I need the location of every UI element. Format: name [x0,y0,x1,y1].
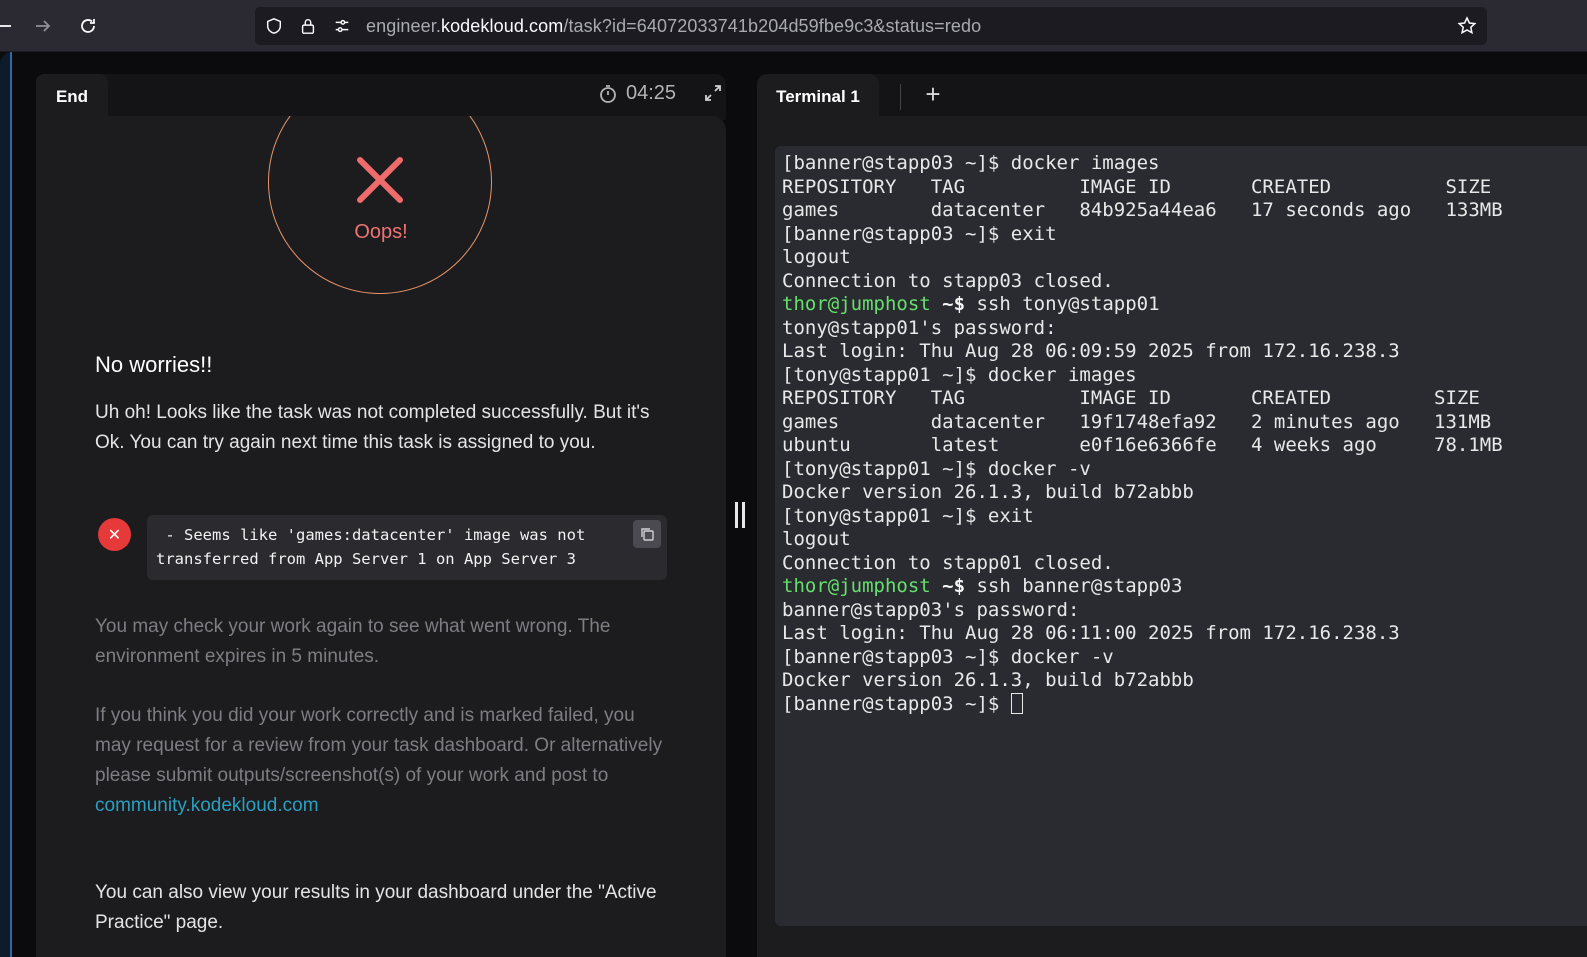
terminal-text: [banner@stapp03 ~]$ exit [782,222,1057,245]
terminal-text: Connection to stapp03 closed. [782,269,1114,292]
timer-value: 04:25 [626,82,677,104]
terminal-line: [banner@stapp03 ~]$ exit [782,223,1580,247]
terminal-text: Connection to stapp01 closed. [782,551,1114,574]
prompt-symbol: ~$ [930,575,966,597]
terminal-text: [banner@stapp03 ~]$ docker images [782,152,1160,174]
terminal-text: [banner@stapp03 ~]$ docker -v [782,645,1114,668]
terminal-tab-bar [757,74,1587,120]
terminal-line: Last login: Thu Aug 28 06:09:59 2025 fro… [782,340,1580,364]
terminal-text: Docker version 26.1.3, build b72abbb [782,669,1194,691]
tab-divider [900,84,901,110]
reload-icon[interactable] [74,12,102,40]
review-message: If you think you did your work correctly… [95,701,675,821]
url-host: kodekloud.com [440,16,564,36]
terminal-line: REPOSITORY TAG IMAGE ID CREATED SIZE [782,176,1580,200]
terminal-text: logout [782,528,851,550]
result-panel: Oops! No worries!! Uh oh! Looks like the… [36,116,726,957]
terminal-cursor [1010,692,1023,714]
url-text[interactable]: engineer.kodekloud.com/task?id=640720337… [366,16,981,37]
url-path: /task?id=64072033741b204d59fbe9c3&status… [563,16,982,36]
terminal-text: Last login: Thu Aug 28 06:11:00 2025 fro… [782,622,1400,644]
terminal-line: [tony@stapp01 ~]$ exit [782,505,1580,529]
terminal-line: ubuntu latest e0f16e6366fe 4 weeks ago 7… [782,434,1580,458]
terminal-panel: [banner@stapp03 ~]$ docker images REPOSIT… [757,116,1587,957]
terminal-text: Last login: Thu Aug 28 06:09:59 2025 fro… [782,340,1400,362]
prompt-host: thor@jumphost [782,575,931,597]
copy-icon [641,528,654,541]
result-heading: No worries!! [95,352,213,377]
tab-terminal-1[interactable]: Terminal 1 [757,74,879,120]
terminal-text: games datacenter 84b925a44ea6 17 seconds… [782,199,1503,221]
error-text: - Seems like 'games:datacenter' image wa… [156,526,595,568]
terminal-line: Docker version 26.1.3, build b72abbb [782,669,1580,693]
community-link[interactable]: community.kodekloud.com [95,795,319,816]
terminal-text: [tony@stapp01 ~]$ docker -v [782,457,1091,480]
terminal-line: Docker version 26.1.3, build b72abbb [782,481,1580,505]
terminal-line: Connection to stapp03 closed. [782,270,1580,294]
side-accent [0,52,12,957]
url-prefix: engineer. [366,16,441,36]
page: End 04:25 Oops! No worries!! Uh oh! Look… [0,52,1587,957]
terminal-text: banner@stapp03's password: [782,598,1080,621]
terminal-line: [tony@stapp01 ~]$ docker -v [782,458,1580,482]
terminal-text: logout [782,246,851,268]
terminal-text: games datacenter 19f1748efa92 2 minutes … [782,410,1492,433]
terminal-line: [banner@stapp03 ~]$ [782,692,1580,717]
shield-icon[interactable] [264,16,284,36]
terminal-line: [banner@stapp03 ~]$ docker -v [782,646,1580,670]
browser-toolbar: engineer.kodekloud.com/task?id=640720337… [0,0,1587,52]
terminal-text: REPOSITORY TAG IMAGE ID CREATED SIZE [782,387,1480,409]
error-icon: ✕ [98,518,131,551]
terminal-line: Last login: Thu Aug 28 06:11:00 2025 fro… [782,622,1580,646]
terminal-line: Connection to stapp01 closed. [782,552,1580,576]
permissions-icon[interactable] [332,16,352,36]
terminal-line: thor@jumphost ~$ ssh tony@stapp01 [782,293,1580,317]
terminal-text: [banner@stapp03 ~]$ [782,692,1011,715]
terminal-line: logout [782,528,1580,552]
tab-end[interactable]: End [36,74,108,120]
terminal-line: thor@jumphost ~$ ssh banner@stapp03 [782,575,1580,599]
result-message: Uh oh! Looks like the task was not compl… [95,402,650,453]
terminal-text: ssh banner@stapp03 [965,575,1183,597]
panel-splitter[interactable] [735,502,745,528]
review-text: If you think you did your work correctly… [95,705,663,786]
terminal-text: Docker version 26.1.3, build b72abbb [782,481,1194,503]
forward-icon[interactable] [29,12,57,40]
url-bar[interactable]: engineer.kodekloud.com/task?id=640720337… [255,7,1487,45]
terminal-line: [banner@stapp03 ~]$ docker images [782,152,1580,176]
terminal-text: ubuntu latest e0f16e6366fe 4 weeks ago 7… [782,434,1503,456]
terminal-line: banner@stapp03's password: [782,599,1580,623]
fail-x-icon [354,154,406,206]
oops-label: Oops! [354,221,408,243]
terminal-line: [tony@stapp01 ~]$ docker images [782,364,1580,388]
add-tab-button[interactable]: + [921,81,945,107]
expand-icon[interactable] [704,84,722,102]
terminal-text: [tony@stapp01 ~]$ docker images [782,363,1137,386]
lock-icon[interactable] [298,16,318,36]
check-message: You may check your work again to see wha… [95,616,611,667]
terminal[interactable]: [banner@stapp03 ~]$ docker images REPOSIT… [775,146,1587,926]
prompt-host: thor@jumphost [782,293,931,315]
terminal-text: REPOSITORY TAG IMAGE ID CREATED SIZE [782,175,1492,198]
terminal-line: games datacenter 84b925a44ea6 17 seconds… [782,199,1580,223]
stopwatch-icon [600,84,616,103]
terminal-line: REPOSITORY TAG IMAGE ID CREATED SIZE [782,387,1580,411]
prompt-symbol: ~$ [930,293,966,315]
terminal-text: tony@stapp01's password: [782,316,1057,339]
dashboard-message: You can also view your results in your d… [95,882,657,933]
back-icon[interactable] [0,12,18,40]
terminal-text: ssh tony@stapp01 [965,293,1160,315]
error-box: - Seems like 'games:datacenter' image wa… [147,515,667,580]
terminal-line: logout [782,246,1580,270]
bookmark-star-icon[interactable] [1457,16,1477,36]
terminal-line: tony@stapp01's password: [782,317,1580,341]
terminal-line: games datacenter 19f1748efa92 2 minutes … [782,411,1580,435]
timer: 04:25 [598,82,676,105]
terminal-text: [tony@stapp01 ~]$ exit [782,504,1034,527]
copy-button[interactable] [633,520,661,548]
